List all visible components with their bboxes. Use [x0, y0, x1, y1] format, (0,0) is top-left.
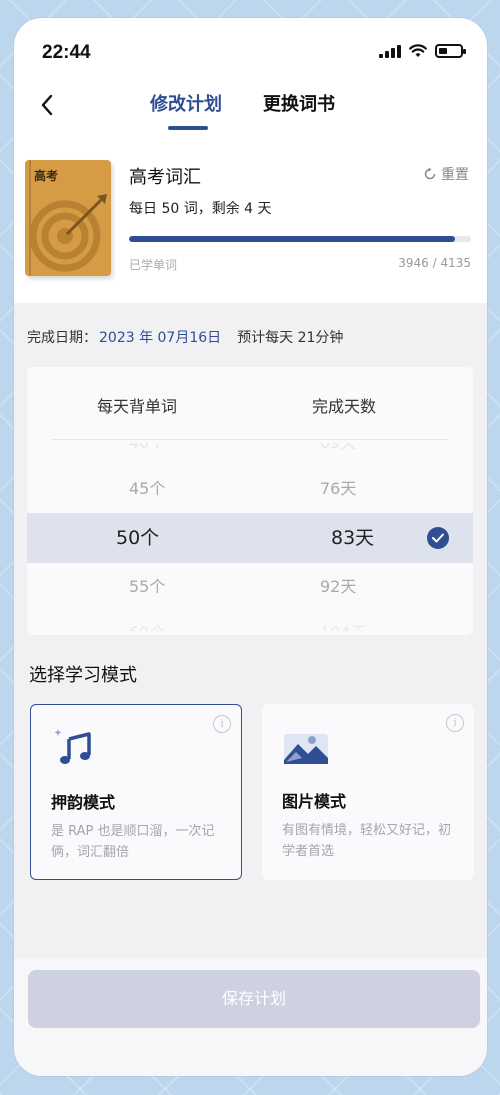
- chevron-left-icon: [41, 94, 53, 116]
- book-cover: 高考: [25, 160, 111, 276]
- tab-modify-plan[interactable]: 修改计划: [150, 90, 222, 116]
- picker-words: 45个: [129, 479, 166, 498]
- wifi-icon: [409, 44, 427, 57]
- picker-days: 69天: [320, 443, 356, 463]
- info-icon[interactable]: i: [446, 714, 464, 732]
- book-cover-label: 高考: [34, 169, 59, 183]
- nav-bar: 修改计划 更换词书: [14, 86, 487, 136]
- picker-row[interactable]: 60个 104天: [27, 611, 473, 631]
- reset-button[interactable]: 重置: [423, 164, 469, 184]
- picker-row[interactable]: 40个 69天: [27, 443, 473, 463]
- back-button[interactable]: [32, 90, 62, 120]
- mode-description: 有图有情境，轻松又好记，初学者首选: [282, 823, 452, 859]
- picker-words: 50个: [116, 527, 160, 549]
- picker-row-selected[interactable]: 50个 83天: [27, 513, 473, 563]
- picker-days: 104天: [320, 611, 367, 631]
- plan-header: 22:44 修改计划 更换词书 高考 高考词汇 每日 50 词，剩余 4 天 重…: [14, 18, 487, 303]
- plan-picker[interactable]: 每天背单词 完成天数 40个 69天 45个 76天 50个 83天 55个 9…: [27, 367, 473, 635]
- picker-words: 40个: [129, 443, 165, 463]
- mode-section-title: 选择学习模式: [29, 665, 137, 686]
- mode-card-picture[interactable]: i 图片模式 有图有情境，轻松又好记，初学者首选: [262, 704, 474, 880]
- learned-label: 已学单词: [129, 258, 178, 272]
- status-bar: 22:44: [14, 18, 487, 78]
- picker-words: 55个: [129, 577, 166, 596]
- mode-description: 是 RAP 也是顺口溜，一次记俩，词汇翻倍: [51, 824, 215, 860]
- picture-icon: [284, 734, 328, 764]
- info-icon[interactable]: i: [213, 715, 231, 733]
- active-tab-indicator: [168, 126, 208, 130]
- phone-screen: 22:44 修改计划 更换词书 高考 高考词汇 每日 50 词，剩余 4 天 重…: [14, 18, 487, 1076]
- clock: 22:44: [42, 42, 91, 63]
- mode-card-rhyme[interactable]: i 押韵模式 是 RAP 也是顺口溜，一次记俩，词汇翻倍: [30, 704, 242, 880]
- picker-days: 76天: [320, 479, 357, 498]
- finish-date: 2023 年 07月16日: [99, 330, 222, 346]
- status-icons: [379, 44, 466, 58]
- finish-date-line: 完成日期： 2023 年 07月16日 预计每天 21分钟: [27, 327, 343, 347]
- daily-time-estimate: 预计每天 21分钟: [237, 330, 344, 346]
- check-icon: [427, 527, 449, 549]
- refresh-icon: [424, 167, 436, 180]
- picker-days: 83天: [331, 527, 375, 549]
- learning-progress-bar: [129, 236, 471, 242]
- save-bar: 保存计划: [14, 958, 487, 1076]
- target-icon: [29, 194, 107, 272]
- reset-label: 重置: [441, 167, 469, 183]
- col-head-words-per-day: 每天背单词: [97, 397, 178, 416]
- picker-row[interactable]: 55个 92天: [27, 565, 473, 609]
- finish-date-label: 完成日期：: [27, 330, 97, 346]
- picker-days: 92天: [320, 577, 357, 596]
- learning-progress-fill: [129, 236, 456, 242]
- battery-icon: [435, 44, 466, 58]
- mode-name: 图片模式: [282, 792, 347, 811]
- tab-change-book[interactable]: 更换词书: [263, 90, 335, 116]
- picker-row[interactable]: 45个 76天: [27, 467, 473, 511]
- signal-icon: [379, 44, 401, 58]
- col-head-days: 完成天数: [312, 397, 377, 416]
- mode-name: 押韵模式: [51, 793, 116, 812]
- picker-words: 60个: [129, 611, 165, 631]
- music-note-icon: [54, 729, 91, 764]
- book-title: 高考词汇: [129, 167, 201, 188]
- picker-divider: [52, 439, 448, 440]
- learned-count: 3946 / 4135: [398, 256, 471, 270]
- save-plan-button[interactable]: 保存计划: [28, 970, 480, 1028]
- book-plan-summary: 每日 50 词，剩余 4 天: [129, 201, 272, 217]
